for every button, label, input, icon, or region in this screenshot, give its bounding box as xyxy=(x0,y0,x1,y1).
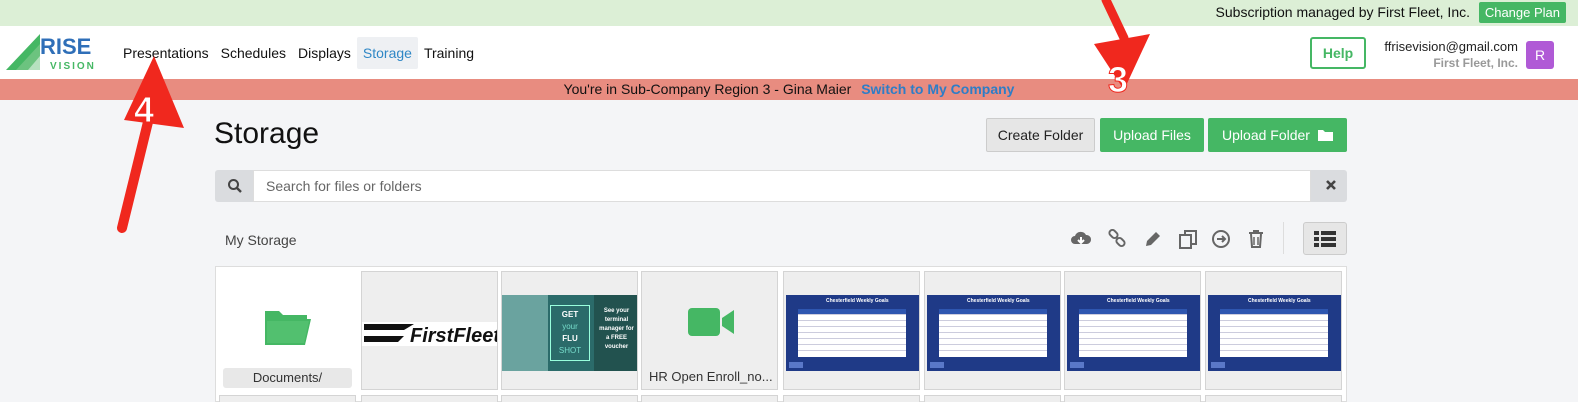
file-tile-partial[interactable] xyxy=(219,395,356,402)
file-name: Documents/ xyxy=(223,368,352,388)
nav-schedules[interactable]: Schedules xyxy=(215,37,292,69)
upload-folder-label: Upload Folder xyxy=(1222,127,1310,143)
subscription-text: Subscription managed by First Fleet, Inc… xyxy=(1215,4,1470,20)
user-email[interactable]: ffrisevision@gmail.com xyxy=(1384,39,1518,54)
rise-vision-logo[interactable]: RISE VISION xyxy=(6,32,106,72)
list-view-button[interactable] xyxy=(1303,222,1347,255)
file-tile-folder[interactable]: Documents/ xyxy=(219,271,356,390)
file-name: HR Open Enroll_no... xyxy=(649,369,773,384)
image-thumbnail: Chesterfield Weekly Goals xyxy=(786,295,919,371)
file-tile-partial[interactable] xyxy=(361,395,498,402)
logo-word1: RISE xyxy=(40,34,91,59)
file-tile-image[interactable]: Chesterfield Weekly Goals xyxy=(1205,271,1342,390)
search-icon xyxy=(228,179,242,193)
file-tile-image[interactable]: FirstFleet xyxy=(361,271,498,390)
toolbar-divider xyxy=(1283,222,1284,254)
help-button[interactable]: Help xyxy=(1310,37,1366,69)
trash-icon[interactable] xyxy=(1246,229,1266,249)
upload-folder-button[interactable]: Upload Folder xyxy=(1208,118,1347,152)
image-thumbnail: Chesterfield Weekly Goals xyxy=(1208,295,1341,371)
image-thumbnail: Chesterfield Weekly Goals xyxy=(927,295,1060,371)
cloud-download-icon[interactable] xyxy=(1070,229,1092,249)
folder-icon xyxy=(265,311,311,345)
firstfleet-logo: FirstFleet xyxy=(364,324,497,346)
image-thumbnail: Chesterfield Weekly Goals xyxy=(1067,295,1200,371)
link-icon[interactable] xyxy=(1107,229,1127,249)
search-bar xyxy=(215,170,1347,202)
file-tile-partial[interactable] xyxy=(783,395,920,402)
file-tile-partial[interactable] xyxy=(501,395,638,402)
create-folder-button[interactable]: Create Folder xyxy=(986,118,1095,152)
file-tile-partial[interactable] xyxy=(1205,395,1342,402)
nav-links: Presentations Schedules Displays Storage… xyxy=(117,37,480,69)
file-tile-partial[interactable] xyxy=(1064,395,1201,402)
nav-presentations[interactable]: Presentations xyxy=(117,37,215,69)
image-thumbnail: GET your FLU SHOT See your terminal mana… xyxy=(502,295,637,371)
copy-icon[interactable] xyxy=(1178,229,1198,249)
file-tile-video[interactable]: HR Open Enroll_no... xyxy=(641,271,778,390)
nav-storage[interactable]: Storage xyxy=(356,37,418,69)
subcompany-text: You're in Sub-Company Region 3 - Gina Ma… xyxy=(563,81,852,97)
video-camera-icon xyxy=(688,308,734,336)
upload-files-button[interactable]: Upload Files xyxy=(1100,118,1204,152)
nav-training[interactable]: Training xyxy=(418,37,480,69)
folder-icon xyxy=(1317,130,1333,141)
logo-word2: VISION xyxy=(50,61,96,72)
file-tile-partial[interactable] xyxy=(641,395,778,402)
svg-text:FirstFleet: FirstFleet xyxy=(410,325,497,346)
file-tile-partial[interactable] xyxy=(924,395,1061,402)
user-company: First Fleet, Inc. xyxy=(1433,56,1518,70)
pencil-icon[interactable] xyxy=(1143,229,1163,249)
file-tile-image[interactable]: Chesterfield Weekly Goals xyxy=(783,271,920,390)
subcompany-banner: You're in Sub-Company Region 3 - Gina Ma… xyxy=(0,79,1578,100)
page-title: Storage xyxy=(214,117,320,150)
file-tile-image[interactable]: Chesterfield Weekly Goals xyxy=(924,271,1061,390)
file-tile-image[interactable]: Chesterfield Weekly Goals xyxy=(1064,271,1201,390)
nav-displays[interactable]: Displays xyxy=(292,37,357,69)
subscription-bar: Subscription managed by First Fleet, Inc… xyxy=(0,0,1578,26)
avatar[interactable]: R xyxy=(1526,41,1554,69)
change-plan-button[interactable]: Change Plan xyxy=(1478,2,1566,23)
clear-search-icon[interactable] xyxy=(1324,178,1338,192)
file-tile-image[interactable]: GET your FLU SHOT See your terminal mana… xyxy=(501,271,638,390)
move-icon[interactable] xyxy=(1211,229,1231,249)
top-nav: RISE VISION Presentations Schedules Disp… xyxy=(0,26,1578,80)
search-input[interactable] xyxy=(253,170,1311,202)
breadcrumb[interactable]: My Storage xyxy=(225,232,297,248)
switch-company-link[interactable]: Switch to My Company xyxy=(861,81,1014,97)
list-view-icon xyxy=(1314,230,1336,247)
